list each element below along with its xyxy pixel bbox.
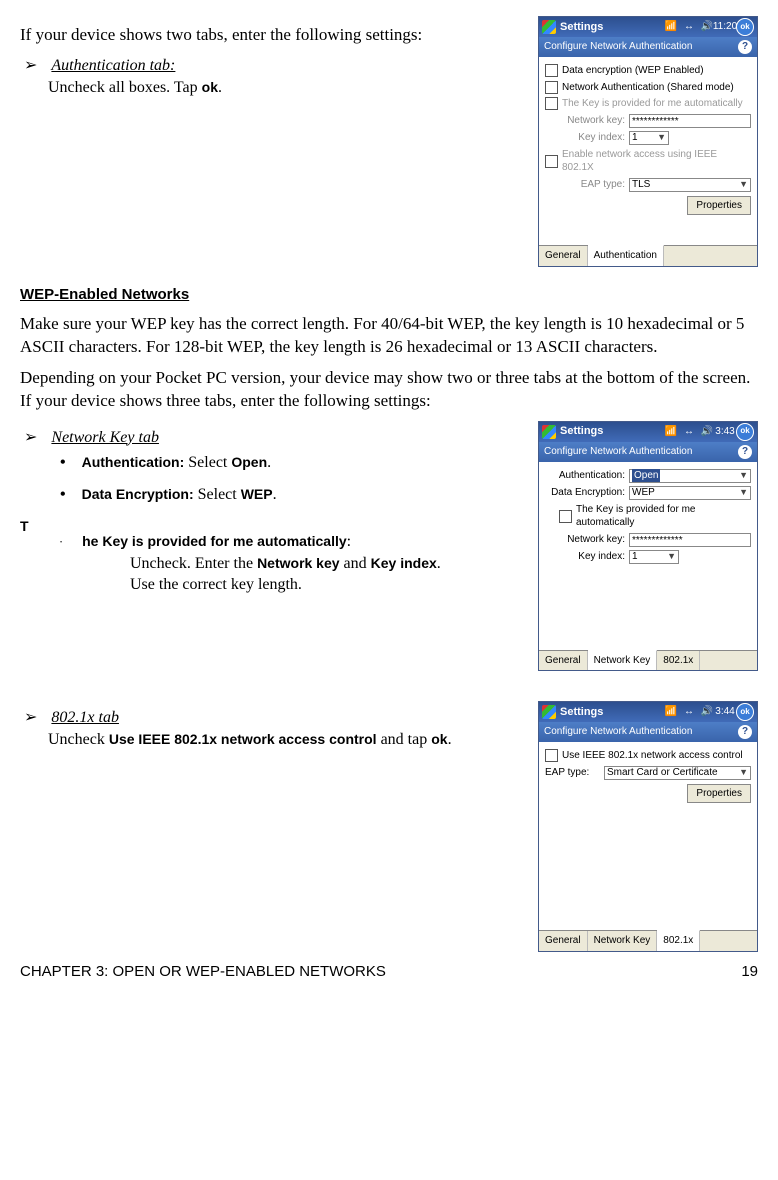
chevron-down-icon: ▼: [739, 766, 748, 778]
check-8021x[interactable]: Enable network access using IEEE 802.1X: [545, 148, 751, 175]
network-key-tab-label: Network Key tab: [51, 429, 159, 446]
tab-8021x[interactable]: 802.1x: [657, 651, 700, 671]
clock: 11:20: [718, 20, 732, 34]
floating-t: T: [20, 517, 29, 536]
subheader-text: Configure Network Authentication: [544, 445, 692, 459]
help-icon[interactable]: ?: [738, 40, 752, 54]
ppc-titlebar: Settings 📶 ↔ 🔊 11:20 ok: [539, 17, 757, 37]
check-key-auto[interactable]: The Key is provided for me automatically: [545, 503, 751, 530]
ppc-title: Settings: [560, 20, 660, 35]
tab-8021x[interactable]: 802.1x: [657, 930, 700, 951]
check-wep[interactable]: Data encryption (WEP Enabled): [545, 64, 751, 78]
network-key-row: Network key: ************: [545, 114, 751, 128]
page-footer: CHAPTER 3: OPEN OR WEP-ENABLED NETWORKS …: [20, 962, 758, 982]
auth-tab-item: Authentication tab: Uncheck all boxes. T…: [24, 55, 528, 98]
network-key-input[interactable]: ************: [629, 114, 751, 128]
tab-general[interactable]: General: [539, 931, 588, 951]
network-key-input[interactable]: *************: [629, 533, 751, 547]
signal-icon: 📶: [664, 425, 678, 439]
8021x-instr: Uncheck Use IEEE 802.1x network access c…: [48, 729, 452, 751]
clock: 3:43: [718, 425, 732, 439]
screenshot-auth-tab: Settings 📶 ↔ 🔊 11:20 ok Configure Networ…: [538, 16, 758, 267]
speaker-icon: 🔊: [700, 425, 714, 439]
windows-flag-icon: [542, 425, 556, 439]
speaker-icon: 🔊: [700, 705, 714, 719]
ki-label: Key index:: [545, 131, 625, 145]
ppc-title: Settings: [560, 424, 660, 439]
properties-button[interactable]: Properties: [687, 784, 751, 804]
subheader-text: Configure Network Authentication: [544, 40, 692, 54]
auth-select[interactable]: Open▼: [629, 469, 751, 483]
key-index-row: Key index: 1▼: [545, 550, 751, 564]
check-use-8021x[interactable]: Use IEEE 802.1x network access control: [545, 749, 751, 763]
tab-network-key[interactable]: Network Key: [588, 650, 658, 671]
signal-icon: 📶: [664, 705, 678, 719]
eap-select[interactable]: TLS▼: [629, 178, 751, 192]
chevron-down-icon: ▼: [739, 178, 748, 190]
enc-row: Data Encryption: WEP▼: [545, 486, 751, 500]
chevron-down-icon: ▼: [739, 469, 748, 481]
intro-text: If your device shows two tabs, enter the…: [20, 24, 528, 47]
eap-select[interactable]: Smart Card or Certificate▼: [604, 766, 751, 780]
key-index-select[interactable]: 1▼: [629, 550, 679, 564]
auth-row: Authentication: Open▼: [545, 469, 751, 483]
ok-button[interactable]: ok: [736, 423, 754, 441]
ppc-tabs: General Authentication: [539, 245, 757, 266]
wep-p2: Depending on your Pocket PC version, you…: [20, 367, 758, 413]
wep-heading: WEP-Enabled Networks: [20, 285, 758, 305]
windows-flag-icon: [542, 20, 556, 34]
windows-flag-icon: [542, 705, 556, 719]
help-icon[interactable]: ?: [738, 725, 752, 739]
screenshot-8021x-tab: Settings 📶 ↔ 🔊 3:44 ok Configure Network…: [538, 701, 758, 952]
eap-row: EAP type: TLS▼: [545, 178, 751, 192]
ppc-title: Settings: [560, 705, 660, 720]
sync-icon: ↔: [682, 20, 696, 34]
bullet-key-auto: •he Key is provided for me automatically…: [60, 531, 528, 596]
bullet-data-encryption: Data Encryption: Select WEP.: [60, 484, 528, 506]
tab-network-key[interactable]: Network Key: [588, 931, 658, 951]
eap-label: EAP type:: [545, 178, 625, 192]
clock: 3:44: [718, 705, 732, 719]
ppc-subheader: Configure Network Authentication ?: [539, 37, 757, 57]
tab-authentication[interactable]: Authentication: [588, 245, 664, 266]
bullet-authentication: Authentication: Select Open.: [60, 452, 528, 474]
8021x-tab-label: 802.1x tab: [51, 709, 119, 726]
8021x-tab-item: 802.1x tab Uncheck Use IEEE 802.1x netwo…: [24, 707, 528, 750]
sync-icon: ↔: [682, 705, 696, 719]
key-index-select[interactable]: 1▼: [629, 131, 669, 145]
tab-general[interactable]: General: [539, 246, 588, 266]
auth-tab-label: Authentication tab:: [51, 57, 175, 74]
eap-row: EAP type: Smart Card or Certificate▼: [545, 766, 751, 780]
wep-p1: Make sure your WEP key has the correct l…: [20, 313, 758, 359]
eap-label: EAP type:: [545, 766, 600, 780]
screenshot-network-key-tab: Settings 📶 ↔ 🔊 3:43 ok Configure Network…: [538, 421, 758, 672]
chevron-down-icon: ▼: [657, 131, 666, 143]
ok-button[interactable]: ok: [736, 18, 754, 36]
signal-icon: 📶: [664, 20, 678, 34]
chapter-label: CHAPTER 3: OPEN OR WEP-ENABLED NETWORKS: [20, 962, 386, 982]
auth-tab-instr: Uncheck all boxes. Tap ok.: [48, 79, 222, 96]
check-key-auto[interactable]: The Key is provided for me automatically: [545, 97, 751, 111]
network-key-row: Network key: *************: [545, 533, 751, 547]
chevron-down-icon: ▼: [667, 550, 676, 562]
network-key-tab-item: Network Key tab: [24, 427, 528, 449]
page-number: 19: [741, 962, 758, 982]
properties-button[interactable]: Properties: [687, 196, 751, 216]
nk-label: Network key:: [545, 114, 625, 128]
enc-select[interactable]: WEP▼: [629, 486, 751, 500]
ok-button[interactable]: ok: [736, 703, 754, 721]
chevron-down-icon: ▼: [739, 486, 748, 498]
sync-icon: ↔: [682, 425, 696, 439]
help-icon[interactable]: ?: [738, 445, 752, 459]
key-index-row: Key index: 1▼: [545, 131, 751, 145]
tab-general[interactable]: General: [539, 651, 588, 671]
check-shared[interactable]: Network Authentication (Shared mode): [545, 81, 751, 95]
subheader-text: Configure Network Authentication: [544, 725, 692, 739]
